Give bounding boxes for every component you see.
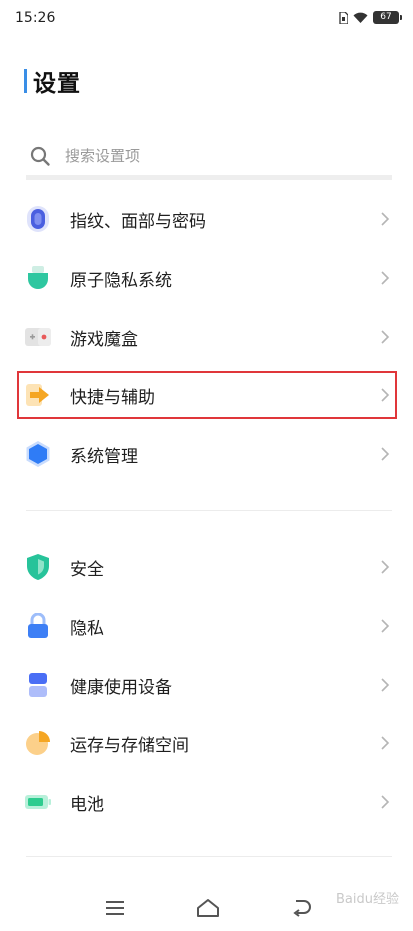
battery-icon bbox=[24, 788, 52, 816]
settings-item-system-management[interactable]: 系统管理 bbox=[20, 426, 400, 482]
chevron-right-icon bbox=[381, 619, 390, 633]
back-icon[interactable] bbox=[288, 896, 314, 920]
page-header: 设置 bbox=[24, 66, 81, 97]
chevron-right-icon bbox=[381, 330, 390, 344]
wifi-icon bbox=[353, 12, 368, 23]
settings-item-privacy[interactable]: 隐私 bbox=[20, 598, 400, 654]
settings-item-label: 隐私 bbox=[70, 618, 104, 639]
settings-item-memory-storage[interactable]: 运存与存储空间 bbox=[20, 715, 400, 771]
chevron-right-icon bbox=[381, 212, 390, 226]
game-box-icon bbox=[24, 323, 52, 351]
highlight-frame bbox=[17, 371, 397, 419]
section-divider bbox=[26, 856, 392, 857]
settings-item-label: 系统管理 bbox=[70, 446, 138, 467]
lock-icon bbox=[24, 612, 52, 640]
settings-item-atom-privacy-system[interactable]: 原子隐私系统 bbox=[20, 250, 400, 306]
settings-item-label: 指纹、面部与密码 bbox=[70, 211, 206, 232]
hourglass-icon bbox=[24, 671, 52, 699]
shield-icon bbox=[24, 553, 52, 581]
fingerprint-icon bbox=[24, 205, 52, 233]
settings-item-battery[interactable]: 电池 bbox=[20, 774, 400, 830]
chevron-right-icon bbox=[381, 271, 390, 285]
settings-item-label: 健康使用设备 bbox=[70, 677, 172, 698]
settings-item-label: 安全 bbox=[70, 559, 104, 580]
settings-item-label: 电池 bbox=[70, 794, 104, 815]
settings-item-healthy-device-usage[interactable]: 健康使用设备 bbox=[20, 657, 400, 713]
section-divider bbox=[26, 510, 392, 511]
settings-item-label: 原子隐私系统 bbox=[70, 270, 172, 291]
sim-card-icon bbox=[339, 11, 348, 24]
storage-pie-icon bbox=[24, 729, 52, 757]
status-bar: 15:26 67 bbox=[0, 0, 413, 36]
atom-privacy-icon bbox=[24, 264, 52, 292]
search-bar[interactable] bbox=[26, 137, 392, 180]
chevron-right-icon bbox=[381, 678, 390, 692]
home-icon[interactable] bbox=[195, 896, 221, 920]
search-input[interactable] bbox=[65, 147, 365, 165]
menu-icon[interactable] bbox=[102, 896, 128, 920]
status-time: 15:26 bbox=[15, 10, 56, 26]
system-hexagon-icon bbox=[24, 440, 52, 468]
settings-item-security[interactable]: 安全 bbox=[20, 539, 400, 595]
chevron-right-icon bbox=[381, 447, 390, 461]
search-icon bbox=[30, 146, 50, 166]
settings-item-game-box[interactable]: 游戏魔盒 bbox=[20, 309, 400, 365]
chevron-right-icon bbox=[381, 736, 390, 750]
chevron-right-icon bbox=[381, 560, 390, 574]
settings-item-label: 游戏魔盒 bbox=[70, 329, 138, 350]
page-title: 设置 bbox=[33, 71, 81, 97]
battery-indicator: 67 bbox=[373, 11, 402, 24]
title-accent-bar bbox=[24, 69, 27, 93]
chevron-right-icon bbox=[381, 795, 390, 809]
settings-item-label: 运存与存储空间 bbox=[70, 735, 189, 756]
watermark-text: Baidu经验 bbox=[336, 892, 399, 907]
settings-item-fingerprint-face-password[interactable]: 指纹、面部与密码 bbox=[20, 191, 400, 247]
status-icons: 67 bbox=[339, 11, 402, 24]
